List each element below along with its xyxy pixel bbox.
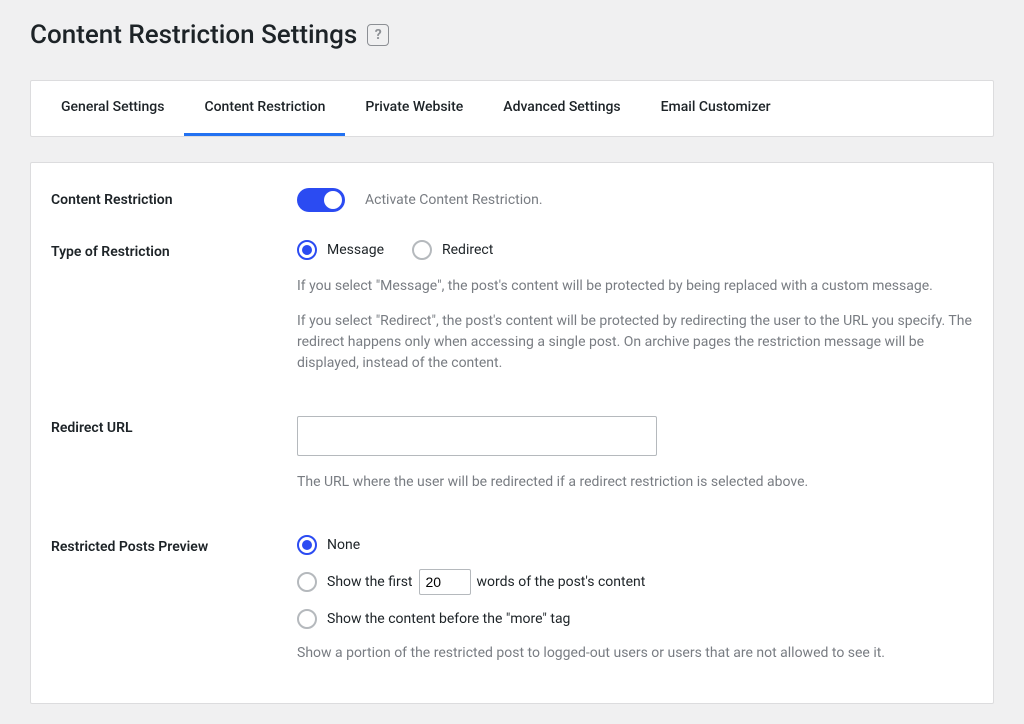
preview-none-label: None bbox=[327, 537, 360, 553]
type-of-restriction-label: Type of Restriction bbox=[51, 240, 297, 388]
radio-label-message: Message bbox=[327, 242, 384, 258]
content-restriction-toggle[interactable] bbox=[297, 188, 345, 212]
tab-general-settings[interactable]: General Settings bbox=[41, 81, 184, 136]
page-title: Content Restriction Settings bbox=[30, 20, 357, 50]
redirect-url-input[interactable] bbox=[297, 416, 657, 456]
radio-icon bbox=[297, 609, 317, 629]
restriction-desc-redirect: If you select "Redirect", the post's con… bbox=[297, 311, 973, 374]
radio-icon bbox=[412, 240, 432, 260]
restriction-type-message[interactable]: Message bbox=[297, 240, 384, 260]
help-icon[interactable]: ? bbox=[367, 24, 389, 46]
content-restriction-hint: Activate Content Restriction. bbox=[365, 192, 543, 208]
restriction-type-redirect[interactable]: Redirect bbox=[412, 240, 493, 260]
preview-words-after: words of the post's content bbox=[477, 574, 646, 590]
content-restriction-label: Content Restriction bbox=[51, 188, 297, 212]
redirect-url-desc: The URL where the user will be redirecte… bbox=[297, 472, 973, 493]
tab-email-customizer[interactable]: Email Customizer bbox=[641, 81, 791, 136]
tab-content-restriction[interactable]: Content Restriction bbox=[184, 81, 345, 136]
preview-more-label: Show the content before the "more" tag bbox=[327, 611, 570, 627]
preview-none[interactable]: None bbox=[297, 535, 973, 555]
preview-words[interactable]: Show the first words of the post's conte… bbox=[297, 569, 973, 595]
preview-desc: Show a portion of the restricted post to… bbox=[297, 643, 973, 664]
radio-icon bbox=[297, 535, 317, 555]
tab-private-website[interactable]: Private Website bbox=[345, 81, 483, 136]
restriction-desc-message: If you select "Message", the post's cont… bbox=[297, 276, 973, 297]
tab-advanced-settings[interactable]: Advanced Settings bbox=[483, 81, 640, 136]
preview-words-before: Show the first bbox=[327, 574, 413, 590]
settings-panel: Content Restriction Activate Content Res… bbox=[30, 162, 994, 704]
preview-words-input[interactable] bbox=[419, 569, 471, 595]
radio-icon bbox=[297, 572, 317, 592]
preview-more-tag[interactable]: Show the content before the "more" tag bbox=[297, 609, 973, 629]
redirect-url-label: Redirect URL bbox=[51, 416, 297, 507]
toggle-knob bbox=[324, 191, 342, 209]
radio-label-redirect: Redirect bbox=[442, 242, 493, 258]
radio-icon bbox=[297, 240, 317, 260]
tabs-nav: General Settings Content Restriction Pri… bbox=[30, 80, 994, 137]
preview-label: Restricted Posts Preview bbox=[51, 535, 297, 678]
